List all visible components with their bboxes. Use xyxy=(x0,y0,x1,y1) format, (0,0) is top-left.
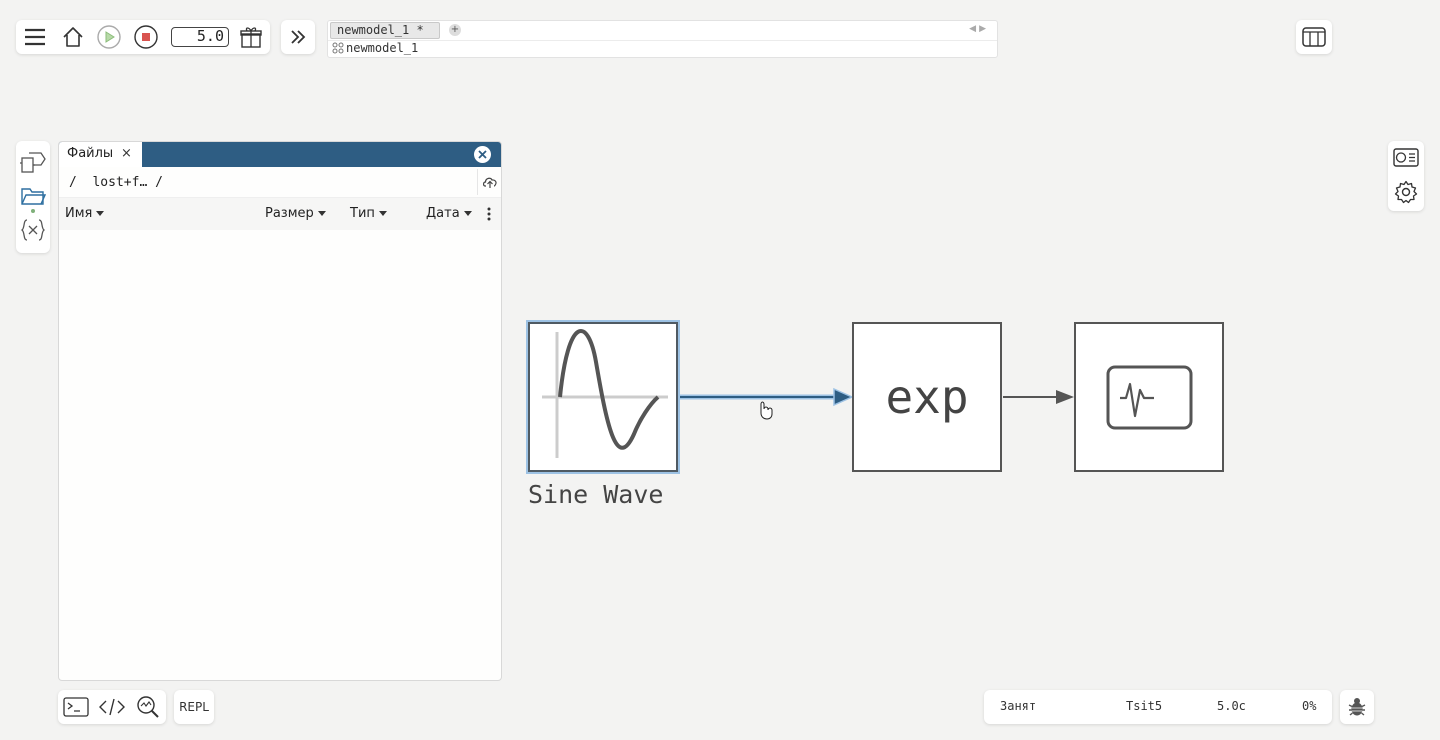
right-sidebar xyxy=(1388,141,1424,211)
signal-lines xyxy=(679,387,1074,420)
bottom-toolbar xyxy=(58,690,166,724)
status-bar: Занят Tsit5 5.0с 0% xyxy=(984,690,1332,724)
debug-button[interactable] xyxy=(1340,690,1374,724)
terminal-icon[interactable] xyxy=(62,695,90,719)
monitor-icon[interactable] xyxy=(1392,146,1420,170)
scope-block[interactable] xyxy=(1074,322,1224,472)
search-plot-icon[interactable] xyxy=(134,694,162,720)
status-time: 5.0с xyxy=(1217,699,1246,713)
bug-icon xyxy=(1348,698,1366,716)
status-solver: Tsit5 xyxy=(1126,699,1163,713)
diagram-canvas[interactable]: Sine Wave exp xyxy=(0,0,1440,740)
status-state: Занят xyxy=(1000,699,1037,713)
repl-button[interactable]: REPL xyxy=(174,690,214,724)
status-progress: 0% xyxy=(1302,699,1317,713)
sine-wave-label: Sine Wave xyxy=(528,480,664,509)
sine-wave-block[interactable] xyxy=(526,320,680,474)
signal-arrow-head xyxy=(833,387,854,407)
sine-wave-icon xyxy=(542,329,668,458)
signal-arrow-head xyxy=(1056,390,1074,404)
gear-icon[interactable] xyxy=(1392,178,1420,206)
scope-pulse-icon xyxy=(1106,365,1193,430)
hand-cursor-icon xyxy=(760,401,773,420)
code-icon[interactable] xyxy=(98,695,126,719)
exp-block[interactable]: exp xyxy=(852,322,1002,472)
